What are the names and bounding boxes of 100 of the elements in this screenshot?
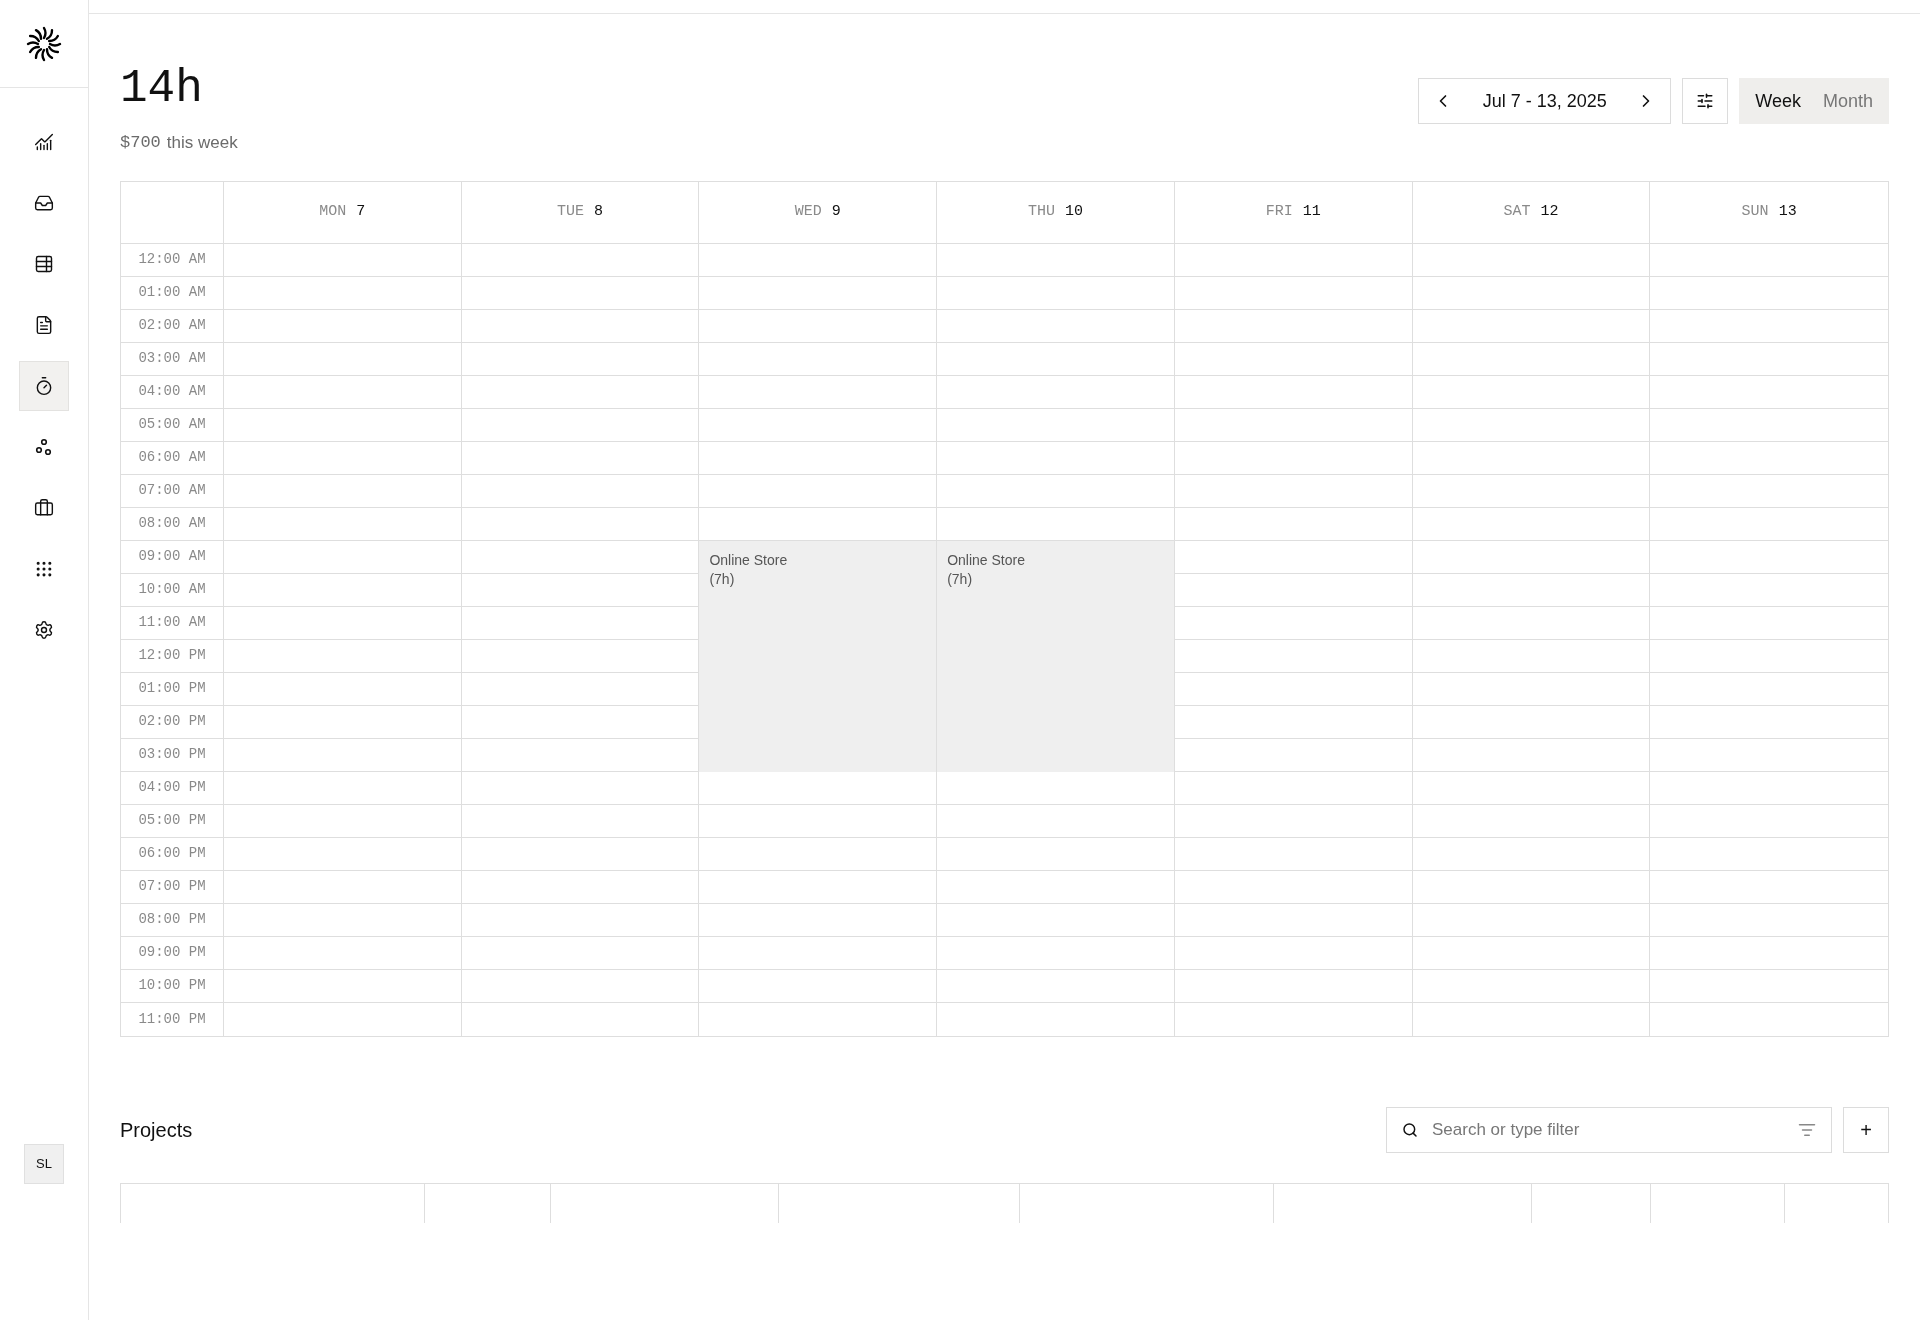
calendar-cell[interactable] — [461, 408, 700, 442]
calendar-cell[interactable] — [1174, 441, 1413, 475]
calendar-cell[interactable] — [224, 507, 462, 541]
calendar-cell[interactable] — [1412, 375, 1651, 409]
calendar-cell[interactable] — [224, 837, 462, 871]
search-input[interactable]: Search or type filter — [1432, 1116, 1784, 1143]
calendar-cell[interactable] — [1412, 309, 1651, 343]
calendar-cell[interactable] — [937, 243, 1175, 277]
calendar-cell[interactable] — [461, 474, 700, 508]
calendar-cell[interactable] — [937, 870, 1175, 904]
calendar-cell[interactable] — [1412, 639, 1651, 673]
calendar-cell[interactable] — [1174, 342, 1413, 376]
calendar-cell[interactable] — [699, 474, 938, 508]
calendar-cell[interactable] — [1174, 276, 1413, 310]
calendar-cell[interactable] — [937, 408, 1175, 442]
calendar-cell[interactable] — [461, 507, 700, 541]
calendar-cell[interactable] — [1174, 969, 1413, 1003]
calendar-cell[interactable] — [461, 936, 700, 970]
calendar-cell[interactable] — [461, 804, 700, 838]
calendar-cell[interactable] — [1412, 969, 1651, 1003]
calendar-cell[interactable] — [224, 309, 462, 343]
calendar-cell[interactable] — [224, 606, 462, 640]
calendar-cell[interactable] — [1174, 309, 1413, 343]
calendar-cell[interactable] — [224, 903, 462, 937]
calendar-cell[interactable] — [937, 969, 1175, 1003]
calendar-cell[interactable] — [1412, 507, 1651, 541]
calendar-cell[interactable] — [1412, 441, 1651, 475]
calendar-cell[interactable] — [1412, 573, 1651, 607]
calendar-cell[interactable] — [1174, 771, 1413, 805]
calendar-cell[interactable] — [224, 870, 462, 904]
calendar-cell[interactable] — [224, 540, 462, 574]
calendar-cell[interactable] — [1412, 771, 1651, 805]
calendar-cell[interactable] — [224, 672, 462, 706]
calendar-cell[interactable] — [461, 243, 700, 277]
calendar-cell[interactable] — [1412, 408, 1651, 442]
calendar-cell[interactable] — [1412, 936, 1651, 970]
add-button[interactable]: + — [1843, 1106, 1889, 1153]
calendar-cell[interactable] — [1174, 804, 1413, 838]
calendar-cell[interactable] — [937, 804, 1175, 838]
calendar-cell[interactable] — [699, 375, 938, 409]
calendar-cell[interactable] — [1412, 540, 1651, 574]
calendar-cell[interactable] — [1174, 936, 1413, 970]
time-entry[interactable]: Online Store (7h) — [699, 540, 938, 772]
calendar-cell[interactable] — [224, 243, 462, 277]
calendar-cell[interactable] — [699, 507, 938, 541]
calendar-cell[interactable] — [937, 309, 1175, 343]
settings-button[interactable] — [1682, 78, 1729, 124]
user-avatar[interactable]: SL — [24, 1144, 64, 1184]
calendar-cell[interactable] — [1412, 903, 1651, 937]
calendar-cell[interactable] — [1412, 870, 1651, 904]
calendar-cell[interactable] — [937, 474, 1175, 508]
calendar-cell[interactable] — [937, 507, 1175, 541]
calendar-cell[interactable] — [1412, 474, 1651, 508]
calendar-cell[interactable] — [461, 837, 700, 871]
calendar-cell[interactable] — [1174, 243, 1413, 277]
calendar-cell[interactable] — [1412, 243, 1651, 277]
calendar-cell[interactable] — [699, 309, 938, 343]
view-tab[interactable]: Month — [1811, 78, 1884, 124]
calendar-cell[interactable] — [1174, 837, 1413, 871]
calendar-cell[interactable] — [1174, 408, 1413, 442]
calendar-cell[interactable] — [1412, 672, 1651, 706]
calendar-cell[interactable] — [1412, 837, 1651, 871]
calendar-cell[interactable] — [224, 441, 462, 475]
calendar-cell[interactable] — [699, 936, 938, 970]
calendar-cell[interactable] — [699, 276, 938, 310]
calendar-cell[interactable] — [461, 342, 700, 376]
calendar-cell[interactable] — [461, 903, 700, 937]
calendar-cell[interactable] — [224, 969, 462, 1003]
time-entry[interactable]: Online Store (7h) — [937, 540, 1175, 772]
calendar-cell[interactable] — [1412, 738, 1651, 772]
calendar-cell[interactable] — [224, 804, 462, 838]
calendar-cell[interactable] — [1412, 276, 1651, 310]
calendar-cell[interactable] — [699, 969, 938, 1003]
calendar-cell[interactable] — [224, 639, 462, 673]
calendar-cell[interactable] — [699, 903, 938, 937]
calendar-cell[interactable] — [937, 903, 1175, 937]
calendar-cell[interactable] — [224, 573, 462, 607]
sidebar-item[interactable] — [19, 361, 69, 411]
calendar-cell[interactable] — [937, 276, 1175, 310]
calendar-cell[interactable] — [461, 309, 700, 343]
calendar-cell[interactable] — [1174, 870, 1413, 904]
calendar-cell[interactable] — [1412, 342, 1651, 376]
calendar-cell[interactable] — [1174, 903, 1413, 937]
calendar-cell[interactable] — [224, 276, 462, 310]
calendar-cell[interactable] — [1174, 474, 1413, 508]
calendar-cell[interactable] — [1412, 804, 1651, 838]
calendar-cell[interactable] — [461, 441, 700, 475]
calendar-cell[interactable] — [461, 771, 700, 805]
search-field[interactable]: Search or type filter — [1386, 1106, 1832, 1153]
calendar-cell[interactable] — [224, 738, 462, 772]
calendar-cell[interactable] — [937, 837, 1175, 871]
calendar-cell[interactable] — [224, 705, 462, 739]
calendar-cell[interactable] — [1174, 375, 1413, 409]
calendar-cell[interactable] — [461, 870, 700, 904]
calendar-cell[interactable] — [224, 771, 462, 805]
calendar-cell[interactable] — [1174, 507, 1413, 541]
calendar-cell[interactable] — [699, 870, 938, 904]
calendar-cell[interactable] — [1412, 705, 1651, 739]
calendar-cell[interactable] — [699, 804, 938, 838]
calendar-cell[interactable] — [699, 243, 938, 277]
